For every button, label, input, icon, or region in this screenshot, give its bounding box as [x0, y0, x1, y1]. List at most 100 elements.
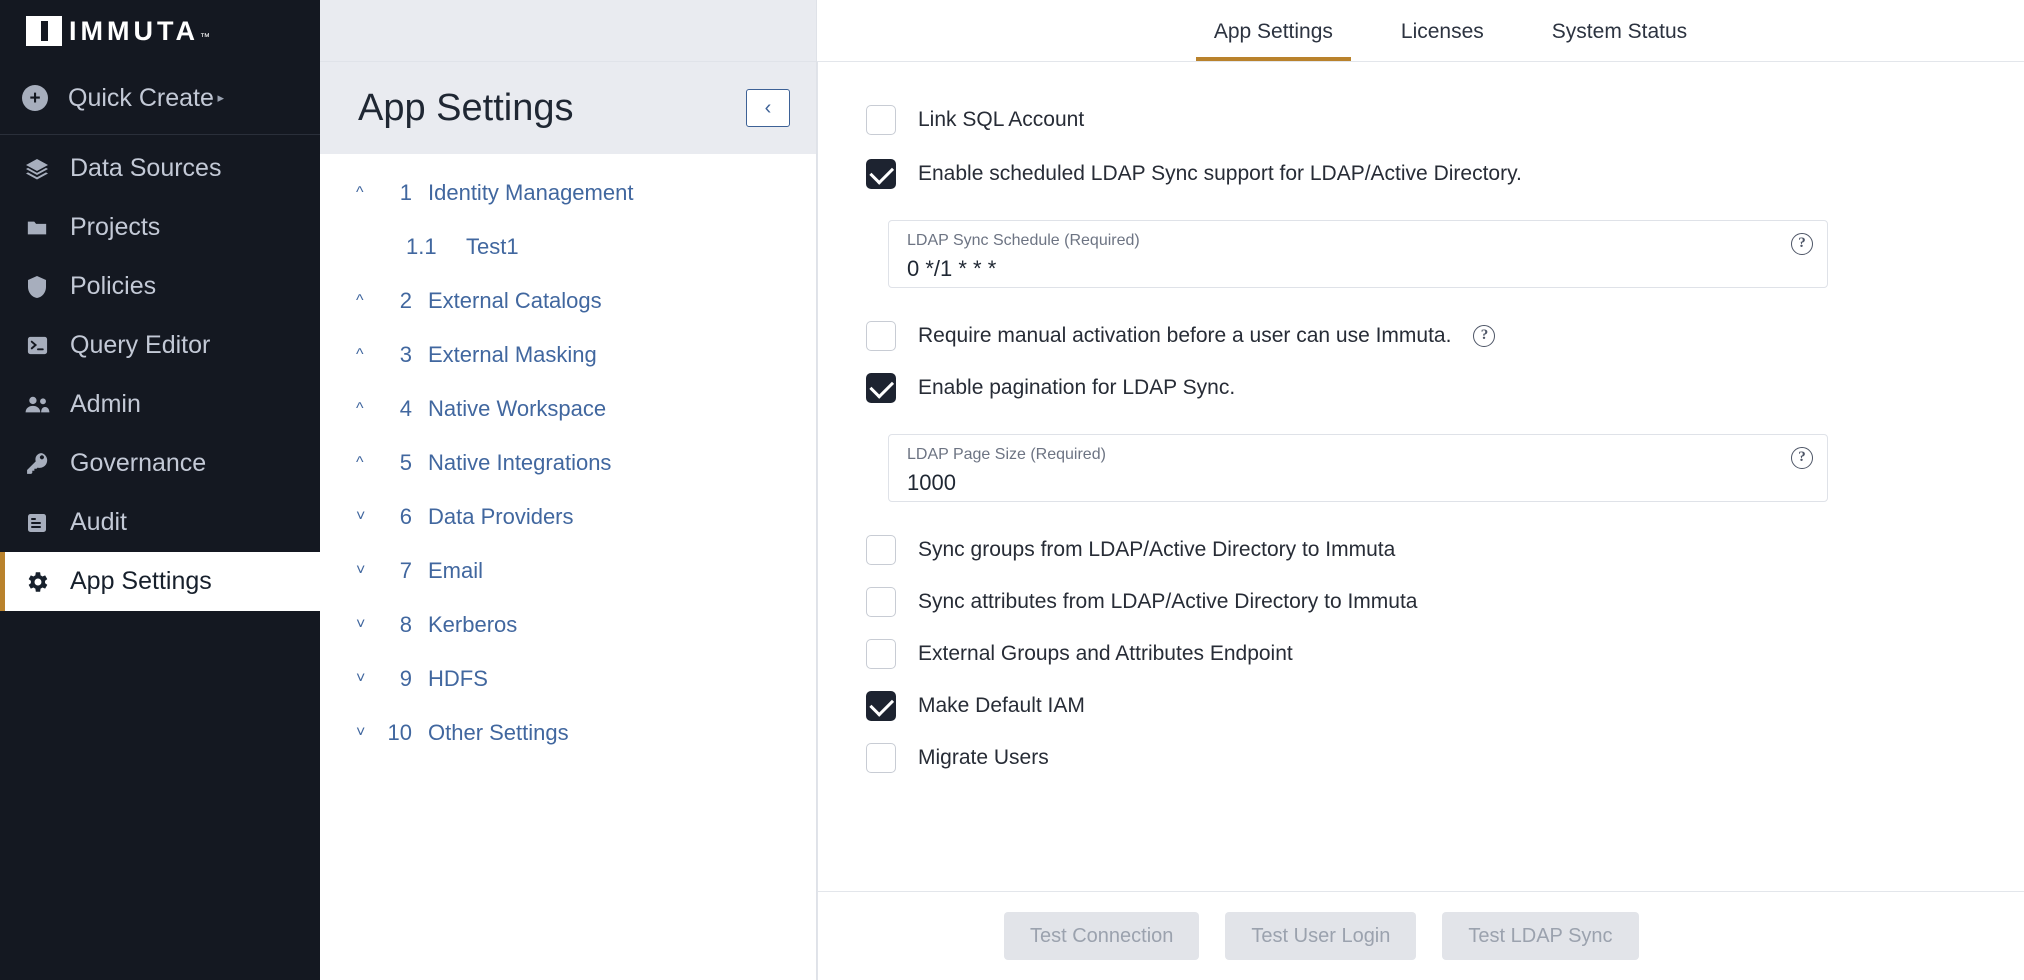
sidebar-item-label: Admin	[70, 390, 141, 418]
nav-panel-header-strip	[320, 0, 816, 62]
chevron-left-icon: ‹	[764, 97, 772, 119]
ldap-page-size-label: LDAP Page Size (Required)	[907, 446, 1106, 463]
settings-section-external-catalogs[interactable]: ^ 2 External Catalogs	[320, 274, 816, 328]
help-circle-icon[interactable]: ?	[1473, 325, 1496, 347]
document-icon	[22, 510, 52, 536]
ldap-page-size-field[interactable]: LDAP Page Size (Required) 1000 ?	[888, 434, 1828, 502]
ldap-sync-schedule-label: LDAP Sync Schedule (Required)	[907, 232, 1140, 249]
quick-create-button[interactable]: + Quick Create ▸	[0, 62, 320, 134]
section-number: 1	[399, 180, 412, 205]
enable-scheduled-sync-row: Enable scheduled LDAP Sync support for L…	[866, 148, 1976, 200]
external-groups-endpoint-checkbox[interactable]	[866, 639, 896, 669]
settings-section-list: ^ 1 Identity Management 1.1 Test1 ^ 2 Ex…	[320, 154, 816, 760]
external-groups-endpoint-row: External Groups and Attributes Endpoint	[866, 628, 1976, 680]
migrate-users-checkbox[interactable]	[866, 743, 896, 773]
collapse-panel-button[interactable]: ‹	[746, 89, 790, 127]
ldap-page-size-input[interactable]: 1000	[907, 470, 1809, 496]
chevron-down-icon[interactable]: ˅	[356, 724, 378, 742]
trademark-symbol: ™	[199, 32, 210, 43]
chevron-up-icon[interactable]: ^	[356, 292, 378, 310]
chevron-up-icon[interactable]: ^	[356, 454, 378, 472]
require-manual-activation-row: Require manual activation before a user …	[866, 310, 1976, 362]
ldap-sync-schedule-field[interactable]: LDAP Sync Schedule (Required) 0 */1 * * …	[888, 220, 1828, 288]
settings-section-data-providers[interactable]: ˅ 6 Data Providers	[320, 490, 816, 544]
make-default-iam-label: Make Default IAM	[918, 694, 1085, 717]
require-manual-activation-checkbox[interactable]	[866, 321, 896, 351]
sync-attributes-row: Sync attributes from LDAP/Active Directo…	[866, 576, 1976, 628]
migrate-users-label: Migrate Users	[918, 746, 1049, 769]
sync-groups-label: Sync groups from LDAP/Active Directory t…	[918, 538, 1396, 561]
chevron-down-icon[interactable]: ˅	[356, 616, 378, 634]
chevron-up-icon[interactable]: ^	[356, 400, 378, 418]
settings-section-external-masking[interactable]: ^ 3 External Masking	[320, 328, 816, 382]
section-number: 6	[399, 504, 412, 529]
test-user-login-button[interactable]: Test User Login	[1225, 912, 1417, 960]
section-number: 4	[399, 396, 412, 421]
sidebar-item-label: Governance	[70, 449, 207, 477]
nav-panel-title-row: App Settings ‹	[320, 62, 816, 154]
help-circle-icon[interactable]: ?	[1791, 233, 1813, 255]
tab-licenses[interactable]: Licenses	[1383, 20, 1502, 61]
sidebar-item-projects[interactable]: Projects	[0, 198, 320, 257]
terminal-icon	[22, 333, 52, 359]
gear-icon	[22, 569, 52, 595]
users-icon	[22, 392, 52, 418]
section-label: Data Providers	[428, 504, 574, 529]
test-ldap-sync-button[interactable]: Test LDAP Sync	[1442, 912, 1639, 960]
chevron-up-icon[interactable]: ^	[356, 346, 378, 364]
tab-app-settings[interactable]: App Settings	[1195, 20, 1351, 61]
test-connection-button[interactable]: Test Connection	[1004, 912, 1200, 960]
section-number: 9	[399, 666, 412, 691]
chevron-down-icon[interactable]: ˅	[356, 562, 378, 580]
section-number: 7	[399, 558, 412, 583]
settings-section-kerberos[interactable]: ˅ 8 Kerberos	[320, 598, 816, 652]
sync-groups-checkbox[interactable]	[866, 535, 896, 565]
enable-pagination-checkbox[interactable]	[866, 373, 896, 403]
link-sql-account-row: Link SQL Account	[866, 92, 1976, 148]
section-number: 3	[399, 342, 412, 367]
sidebar-item-admin[interactable]: Admin	[0, 375, 320, 434]
link-sql-account-checkbox[interactable]	[866, 105, 896, 135]
quick-create-label: Quick Create	[68, 83, 214, 112]
help-circle-icon[interactable]: ?	[1791, 447, 1813, 469]
sidebar-item-app-settings[interactable]: App Settings	[0, 552, 320, 611]
brand-logo[interactable]: IMMUTA ™	[0, 0, 320, 62]
sidebar-item-data-sources[interactable]: Data Sources	[0, 139, 320, 198]
sidebar-item-governance[interactable]: Governance	[0, 434, 320, 493]
sync-attributes-label: Sync attributes from LDAP/Active Directo…	[918, 590, 1418, 613]
section-label: Email	[428, 558, 484, 583]
sync-groups-row: Sync groups from LDAP/Active Directory t…	[866, 524, 1976, 576]
settings-section-native-integrations[interactable]: ^ 5 Native Integrations	[320, 436, 816, 490]
settings-section-native-workspace[interactable]: ^ 4 Native Workspace	[320, 382, 816, 436]
settings-section-email[interactable]: ˅ 7 Email	[320, 544, 816, 598]
enable-scheduled-sync-label: Enable scheduled LDAP Sync support for L…	[918, 162, 1522, 185]
ldap-sync-schedule-input[interactable]: 0 */1 * * *	[907, 256, 1809, 282]
settings-section-hdfs[interactable]: ˅ 9 HDFS	[320, 652, 816, 706]
sidebar-item-audit[interactable]: Audit	[0, 493, 320, 552]
card-footer: Test Connection Test User Login Test LDA…	[818, 891, 2024, 980]
section-label: Native Integrations	[428, 450, 612, 475]
make-default-iam-checkbox[interactable]	[866, 691, 896, 721]
enable-scheduled-sync-checkbox[interactable]	[866, 159, 896, 189]
sidebar-item-policies[interactable]: Policies	[0, 257, 320, 316]
settings-section-identity-management[interactable]: ^ 1 Identity Management	[320, 166, 816, 220]
sync-attributes-checkbox[interactable]	[866, 587, 896, 617]
chevron-down-icon[interactable]: ˅	[356, 508, 378, 526]
sidebar-item-label: Audit	[70, 508, 127, 536]
tab-system-status[interactable]: System Status	[1534, 20, 1705, 61]
require-manual-activation-label: Require manual activation before a user …	[918, 324, 1452, 347]
settings-section-other-settings[interactable]: ˅ 10 Other Settings	[320, 706, 816, 760]
make-default-iam-row: Make Default IAM	[866, 680, 1976, 732]
sidebar-item-label: App Settings	[70, 567, 212, 595]
top-tabs: App Settings Licenses System Status	[817, 0, 2024, 62]
chevron-down-icon[interactable]: ˅	[356, 670, 378, 688]
settings-subsection-test1[interactable]: 1.1 Test1	[320, 220, 816, 274]
section-label: HDFS	[428, 666, 488, 691]
chevron-up-icon[interactable]: ^	[356, 184, 378, 202]
link-sql-account-label: Link SQL Account	[918, 108, 1085, 131]
sidebar-item-query-editor[interactable]: Query Editor	[0, 316, 320, 375]
section-label: Kerberos	[428, 612, 518, 637]
section-label: Identity Management	[428, 180, 634, 205]
layers-icon	[22, 156, 52, 182]
key-icon	[22, 451, 52, 477]
